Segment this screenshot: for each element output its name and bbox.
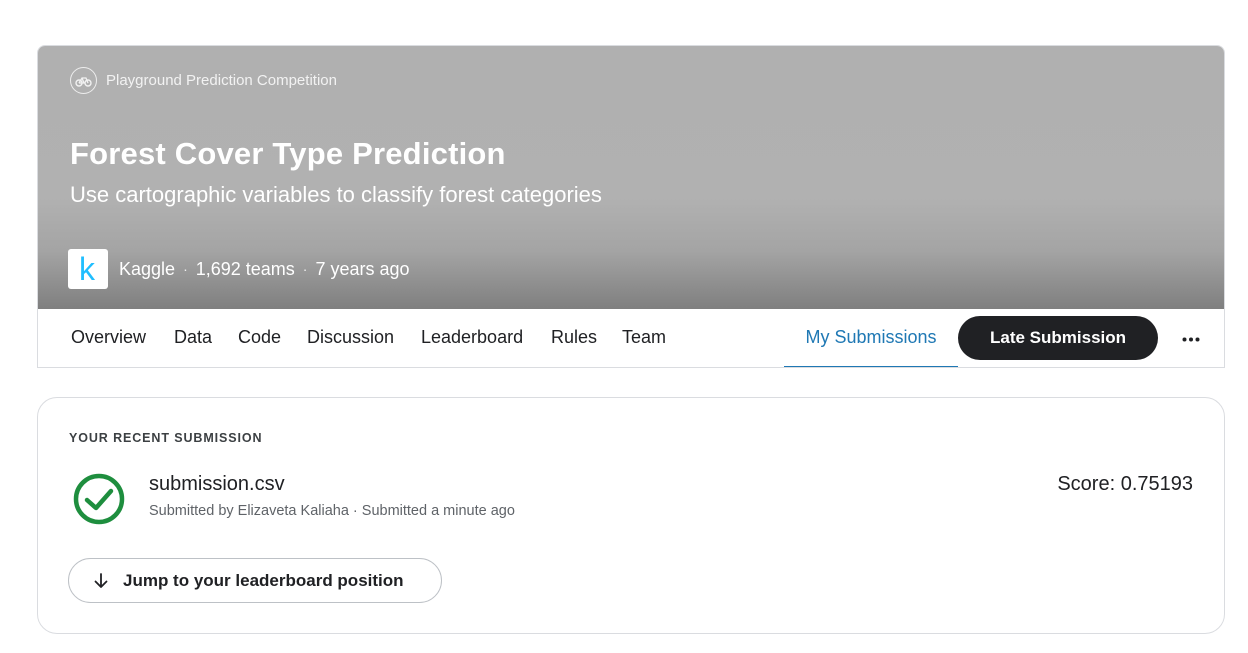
competition-meta: k Kaggle · 1,692 teams · 7 years ago [68, 249, 410, 289]
competition-header: Playground Prediction Competition Forest… [37, 45, 1225, 368]
late-submission-button[interactable]: Late Submission [958, 316, 1158, 360]
tab-overview[interactable]: Overview [71, 309, 146, 367]
tab-discussion[interactable]: Discussion [307, 309, 394, 367]
arrow-down-icon [94, 572, 108, 588]
competition-tabs: Overview Data Code Discussion Leaderboar… [38, 309, 1224, 367]
competition-banner: Playground Prediction Competition Forest… [38, 46, 1224, 309]
kaggle-logo-letter: k [79, 254, 96, 284]
tab-leaderboard[interactable]: Leaderboard [421, 309, 523, 367]
tab-code[interactable]: Code [238, 309, 281, 367]
competition-subtitle: Use cartographic variables to classify f… [70, 182, 602, 207]
submission-score: Score: 0.75193 [1057, 473, 1193, 495]
competition-title: Forest Cover Type Prediction [70, 136, 506, 171]
check-circle-icon [73, 473, 125, 525]
meta-separator: · [302, 261, 308, 277]
tab-data[interactable]: Data [174, 309, 212, 367]
competition-type-label: Playground Prediction Competition [106, 72, 337, 89]
tab-team[interactable]: Team [622, 309, 666, 367]
kaggle-logo-icon[interactable]: k [68, 249, 108, 289]
jump-to-leaderboard-button[interactable]: Jump to your leaderboard position [68, 558, 442, 603]
submission-meta: Submitted by Elizaveta Kaliaha · Submitt… [149, 503, 515, 519]
section-label: YOUR RECENT SUBMISSION [69, 431, 263, 445]
competition-age: 7 years ago [315, 258, 410, 279]
tab-my-submissions[interactable]: My Submissions [784, 309, 958, 367]
host-name[interactable]: Kaggle [119, 259, 175, 280]
more-horizontal-icon[interactable] [1176, 324, 1206, 354]
submission-file-name[interactable]: submission.csv [149, 473, 285, 496]
competition-type: Playground Prediction Competition [70, 67, 337, 94]
team-count: 1,692 teams [195, 258, 295, 279]
tab-rules[interactable]: Rules [551, 309, 597, 367]
recent-submission-card: YOUR RECENT SUBMISSION submission.csv Su… [37, 397, 1225, 634]
playground-bike-icon [70, 67, 97, 94]
jump-button-label: Jump to your leaderboard position [123, 570, 404, 590]
meta-separator: · [183, 261, 188, 277]
